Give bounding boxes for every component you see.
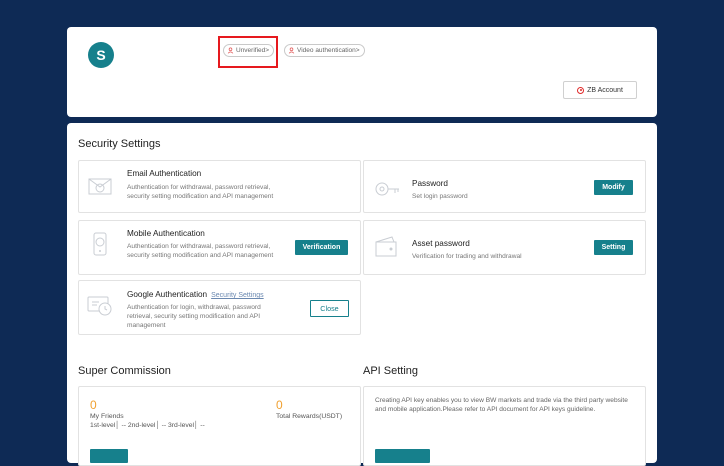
password-title: Password (412, 179, 448, 188)
api-setting-desc: Creating API key enables you to view BW … (375, 397, 628, 413)
total-rewards-value: 0 (276, 398, 283, 412)
video-authentication-badge[interactable]: Video authentication> (284, 44, 365, 57)
profile-panel: S Unverified> Video authentication> ZB A… (67, 27, 657, 117)
avatar[interactable]: S (88, 42, 114, 68)
my-friends-label: My Friends (90, 413, 124, 420)
mobile-authentication-title: Mobile Authentication (127, 229, 205, 238)
commission-action-button[interactable] (90, 449, 128, 463)
password-desc: Set login password (412, 193, 468, 200)
google-authenticator-icon (87, 296, 112, 316)
google-close-button[interactable]: Close (310, 300, 349, 317)
email-authentication-title: Email Authentication (127, 169, 202, 178)
total-rewards-label: Total Rewards(USDT) (276, 413, 343, 420)
user-icon (288, 47, 295, 54)
email-authentication-desc: Authentication for withdrawal, password … (127, 184, 274, 200)
main-panel: Security Settings Email Authentication A… (67, 123, 657, 466)
zb-account-button[interactable]: ZB Account (563, 81, 637, 99)
zb-logo-icon (577, 86, 585, 94)
video-authentication-label: Video authentication> (297, 47, 360, 54)
google-authentication-title: Google Authentication Security Settings (127, 290, 264, 299)
wallet-icon (375, 236, 397, 257)
key-icon (375, 182, 399, 196)
security-settings-link[interactable]: Security Settings (211, 292, 264, 299)
email-icon (88, 178, 112, 195)
highlight-box (218, 36, 278, 68)
mobile-verification-button[interactable]: Verification (295, 240, 348, 255)
api-action-button[interactable] (375, 449, 430, 463)
mobile-phone-icon (93, 232, 107, 256)
commission-levels: 1st-level│ -- 2nd-level│ -- 3rd-level│ -… (90, 422, 205, 429)
my-friends-value: 0 (90, 398, 97, 412)
api-setting-card: Creating API key enables you to view BW … (363, 386, 646, 466)
api-setting-title: API Setting (363, 365, 419, 377)
modify-password-button[interactable]: Modify (594, 180, 633, 195)
google-authentication-card: Google Authentication Security Settings A… (78, 280, 361, 335)
asset-password-setting-button[interactable]: Setting (594, 240, 633, 255)
email-authentication-card: Email Authentication Authentication for … (78, 160, 361, 213)
google-authentication-desc: Authentication for login, withdrawal, pa… (127, 304, 261, 329)
asset-password-desc: Verification for trading and withdrawal (412, 253, 522, 260)
security-settings-title: Security Settings (78, 138, 161, 150)
mobile-authentication-card: Mobile Authentication Authentication for… (78, 220, 361, 275)
asset-password-title: Asset password (412, 239, 470, 248)
super-commission-title: Super Commission (78, 365, 171, 377)
asset-password-card: Asset password Verification for trading … (363, 220, 646, 275)
mobile-authentication-desc: Authentication for withdrawal, password … (127, 243, 274, 259)
super-commission-card: 0 My Friends 1st-level│ -- 2nd-level│ --… (78, 386, 361, 466)
zb-account-label: ZB Account (587, 86, 623, 94)
google-authentication-title-text: Google Authentication (127, 290, 208, 299)
password-card: Password Set login password Modify (363, 160, 646, 213)
